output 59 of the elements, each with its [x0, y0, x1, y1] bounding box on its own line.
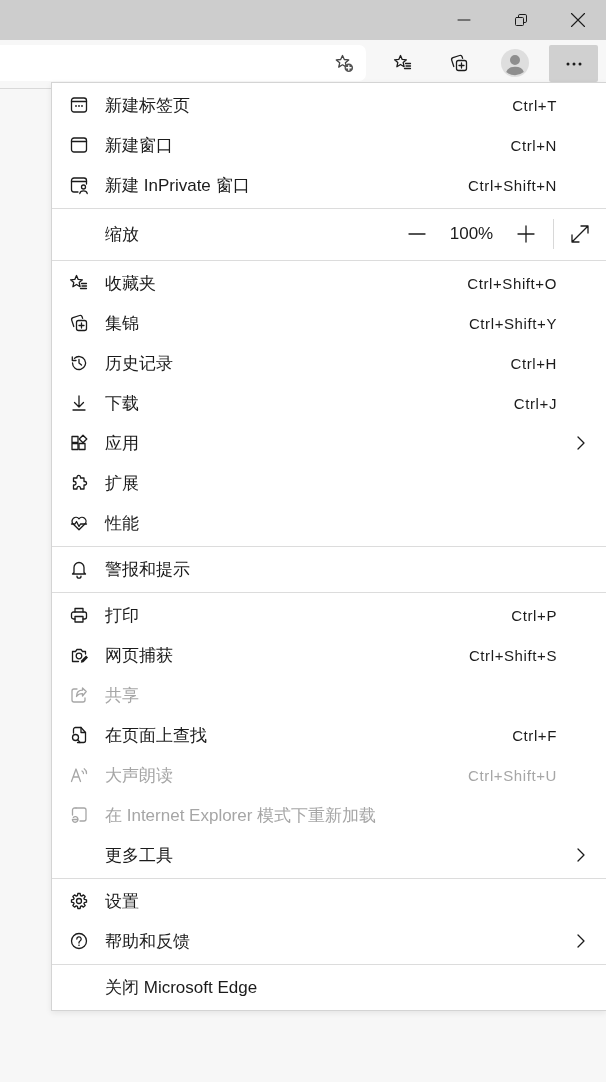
- menu-item[interactable]: 收藏夹 Ctrl+Shift+O: [52, 263, 606, 303]
- shortcut-text: Ctrl+F: [512, 726, 557, 744]
- document-search-icon: [69, 725, 89, 745]
- menu-item[interactable]: 新建 InPrivate 窗口 Ctrl+Shift+N: [52, 165, 606, 205]
- menu-item[interactable]: 新建窗口 Ctrl+N: [52, 125, 606, 165]
- new-tab-icon: [69, 95, 89, 115]
- chevron-right-icon: [577, 436, 585, 450]
- menu-item[interactable]: 警报和提示: [52, 549, 606, 589]
- menu-item[interactable]: 帮助和反馈: [52, 921, 606, 961]
- expand-icon: [571, 225, 589, 243]
- share-icon: [69, 685, 89, 705]
- menu-item[interactable]: 集锦 Ctrl+Shift+Y: [52, 303, 606, 343]
- shortcut-text: Ctrl+H: [510, 354, 557, 372]
- collections-icon: [449, 53, 469, 73]
- menu-item[interactable]: 新建标签页 Ctrl+T: [52, 85, 606, 125]
- document-e-icon: [69, 805, 89, 825]
- minus-icon: [408, 233, 426, 235]
- avatar-icon: [501, 49, 529, 77]
- menu-item[interactable]: 性能: [52, 503, 606, 543]
- shortcut-text: Ctrl+T: [512, 96, 557, 114]
- shortcut-text: Ctrl+Shift+U: [468, 766, 557, 784]
- zoom-label: 缩放: [105, 223, 140, 246]
- private-window-icon: [69, 175, 89, 195]
- window-icon: [69, 135, 89, 155]
- menu-item[interactable]: 更多工具: [52, 835, 606, 875]
- printer-icon: [69, 605, 89, 625]
- plus-icon: [517, 225, 535, 243]
- chevron-right-icon: [577, 848, 585, 862]
- menu-item[interactable]: 打印 Ctrl+P: [52, 595, 606, 635]
- shortcut-text: Ctrl+Shift+S: [468, 646, 557, 664]
- restore-icon: [514, 14, 527, 26]
- add-favorite-button[interactable]: [334, 53, 354, 73]
- chevron-right-icon: [577, 934, 585, 948]
- menu-item[interactable]: 在页面上查找 Ctrl+F: [52, 715, 606, 755]
- shortcut-text: Ctrl+Shift+Y: [468, 314, 557, 332]
- apps-icon: [69, 433, 89, 453]
- menu-item[interactable]: 下载 Ctrl+J: [52, 383, 606, 423]
- shortcut-text: Ctrl+P: [511, 606, 557, 624]
- close-icon: [570, 13, 585, 27]
- shortcut-text: Ctrl+J: [513, 394, 557, 412]
- menu-item[interactable]: 扩展: [52, 463, 606, 503]
- zoom-level-text: 100%: [448, 224, 495, 244]
- more-icon: [565, 61, 582, 66]
- menu-item[interactable]: 网页捕获 Ctrl+Shift+S: [52, 635, 606, 675]
- read-aloud-icon: [69, 765, 89, 785]
- menu-item[interactable]: 历史记录 Ctrl+H: [52, 343, 606, 383]
- collections-icon: [69, 313, 89, 333]
- menu-item[interactable]: 关闭 Microsoft Edge: [52, 967, 606, 1007]
- shortcut-text: Ctrl+Shift+O: [467, 274, 557, 292]
- shortcut-text: Ctrl+Shift+N: [468, 176, 557, 194]
- settings-icon: [69, 891, 89, 911]
- history-icon: [69, 353, 89, 373]
- star-plus-icon: [334, 53, 354, 73]
- menu-item[interactable]: 应用: [52, 423, 606, 463]
- menu-item[interactable]: 设置: [52, 881, 606, 921]
- shortcut-text: Ctrl+N: [510, 136, 557, 154]
- minimize-icon: [457, 19, 470, 21]
- bell-icon: [69, 559, 89, 579]
- help-icon: [69, 931, 89, 951]
